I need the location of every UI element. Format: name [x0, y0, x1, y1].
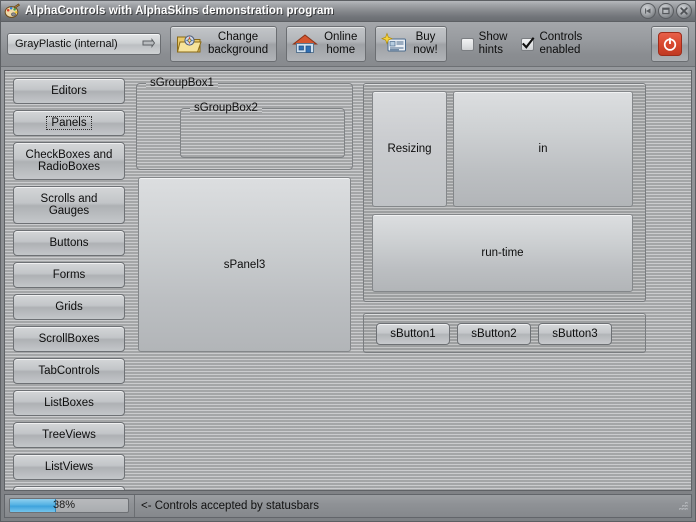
sidebar-item-forms[interactable]: Forms — [13, 262, 125, 288]
palette-icon — [4, 3, 21, 19]
sbutton1[interactable]: sButton1 — [376, 323, 450, 345]
button-bar-container: sButton1 sButton2 sButton3 — [363, 313, 646, 353]
controls-enabled-checkbox[interactable]: Controls enabled — [521, 31, 582, 57]
sidebar-item-frames[interactable]: Frames — [13, 486, 125, 490]
show-hints-checkbox[interactable]: Show hints — [460, 31, 508, 57]
panel-3[interactable]: sPanel3 — [138, 177, 351, 352]
title-bar[interactable]: AlphaControls with AlphaSkins demonstrat… — [1, 1, 695, 22]
change-background-label: Change background — [208, 31, 269, 56]
show-hints-label: Show hints — [478, 31, 508, 56]
panel-3-caption: sPanel3 — [223, 258, 266, 271]
sidebar-item-tabcontrols[interactable]: TabControls — [13, 358, 125, 384]
sidebar-item-buttons[interactable]: Buttons — [13, 230, 125, 256]
window-title: AlphaControls with AlphaSkins demonstrat… — [25, 5, 334, 17]
sidebar-item-grids[interactable]: Grids — [13, 294, 125, 320]
progress-bar-fill — [10, 499, 56, 512]
sidebar-item-scrollboxes[interactable]: ScrollBoxes — [13, 326, 125, 352]
sidebar-item-label: CheckBoxes and RadioBoxes — [25, 149, 113, 173]
status-pane-message: <- Controls accepted by statusbars — [135, 495, 691, 517]
resizing-panel[interactable]: Resizing — [372, 91, 447, 207]
sidebar-item-listviews[interactable]: ListViews — [13, 454, 125, 480]
groupbox-2: sGroupBox2 — [180, 102, 345, 158]
sidebar-item-label: ListBoxes — [44, 397, 94, 409]
sidebar-item-editors[interactable]: Editors — [13, 78, 125, 104]
sidebar-item-label: TreeViews — [42, 429, 96, 441]
exit-button[interactable] — [651, 26, 689, 62]
sidebar-item-label: ListViews — [44, 461, 94, 473]
folder-image-icon — [176, 31, 202, 57]
client-area: Editors Panels CheckBoxes and RadioBoxes… — [4, 70, 692, 491]
category-nav: Editors Panels CheckBoxes and RadioBoxes… — [13, 78, 125, 490]
skin-select[interactable]: GrayPlastic (internal) — [7, 33, 161, 55]
resize-demo-container: Resizing in run-time — [363, 83, 646, 302]
minimize-icon[interactable] — [640, 3, 656, 19]
new-card-icon — [381, 31, 407, 57]
toolbar: GrayPlastic (internal) Change background… — [1, 22, 695, 67]
skin-select-value: GrayPlastic (internal) — [15, 38, 118, 50]
sidebar-item-listboxes[interactable]: ListBoxes — [13, 390, 125, 416]
main-window: AlphaControls with AlphaSkins demonstrat… — [0, 0, 696, 522]
groupbox-2-caption: sGroupBox2 — [190, 102, 262, 114]
house-icon — [292, 31, 319, 57]
groupbox-1-caption: sGroupBox1 — [146, 77, 218, 89]
check-icon — [520, 36, 536, 55]
buy-now-button[interactable]: Buy now! — [375, 26, 447, 62]
power-icon — [658, 32, 682, 56]
in-panel[interactable]: in — [453, 91, 633, 207]
sidebar-item-treeviews[interactable]: TreeViews — [13, 422, 125, 448]
resizing-panel-caption: Resizing — [387, 143, 432, 155]
in-panel-caption: in — [538, 143, 548, 155]
sidebar-item-label: Editors — [51, 85, 87, 97]
sbutton3-label: sButton3 — [552, 328, 598, 340]
groupbox-1: sGroupBox1 sGroupBox2 — [136, 77, 353, 170]
sidebar-item-label: Scrolls and Gauges — [40, 193, 98, 217]
window-controls — [640, 3, 692, 19]
run-time-panel-caption: run-time — [481, 247, 524, 259]
online-home-button[interactable]: Online home — [286, 26, 367, 62]
sidebar-item-label: Panels — [46, 116, 92, 130]
maximize-icon[interactable] — [658, 3, 674, 19]
run-time-panel[interactable]: run-time — [372, 214, 633, 292]
sidebar-item-checkboxes-and-radioboxes[interactable]: CheckBoxes and RadioBoxes — [13, 142, 125, 180]
change-background-button[interactable]: Change background — [170, 26, 278, 62]
controls-enabled-label: Controls enabled — [539, 31, 583, 56]
chevron-down-icon[interactable] — [141, 37, 156, 51]
sbutton2-label: sButton2 — [471, 328, 517, 340]
online-home-label: Online home — [324, 31, 358, 56]
checkbox-box-unchecked[interactable] — [460, 37, 474, 51]
resize-grip-icon[interactable] — [675, 499, 689, 516]
sidebar-item-panels[interactable]: Panels — [13, 110, 125, 136]
sidebar-item-label: Forms — [52, 269, 86, 281]
status-pane-progress: 38% — [5, 495, 135, 517]
checkbox-box-checked[interactable] — [521, 36, 535, 51]
status-bar: 38% <- Controls accepted by statusbars — [4, 494, 692, 518]
sidebar-item-label: Buttons — [49, 237, 89, 249]
sidebar-item-label: ScrollBoxes — [38, 333, 100, 345]
sbutton2[interactable]: sButton2 — [457, 323, 531, 345]
sbutton1-label: sButton1 — [390, 328, 436, 340]
sidebar-item-label: TabControls — [38, 365, 100, 377]
progress-label: 38% — [53, 499, 76, 511]
status-message: <- Controls accepted by statusbars — [141, 500, 320, 512]
buy-now-label: Buy now! — [413, 31, 438, 56]
close-icon[interactable] — [676, 3, 692, 19]
sbutton3[interactable]: sButton3 — [538, 323, 612, 345]
sidebar-item-label: Grids — [55, 301, 83, 313]
sidebar-item-scrolls-and-gauges[interactable]: Scrolls and Gauges — [13, 186, 125, 224]
